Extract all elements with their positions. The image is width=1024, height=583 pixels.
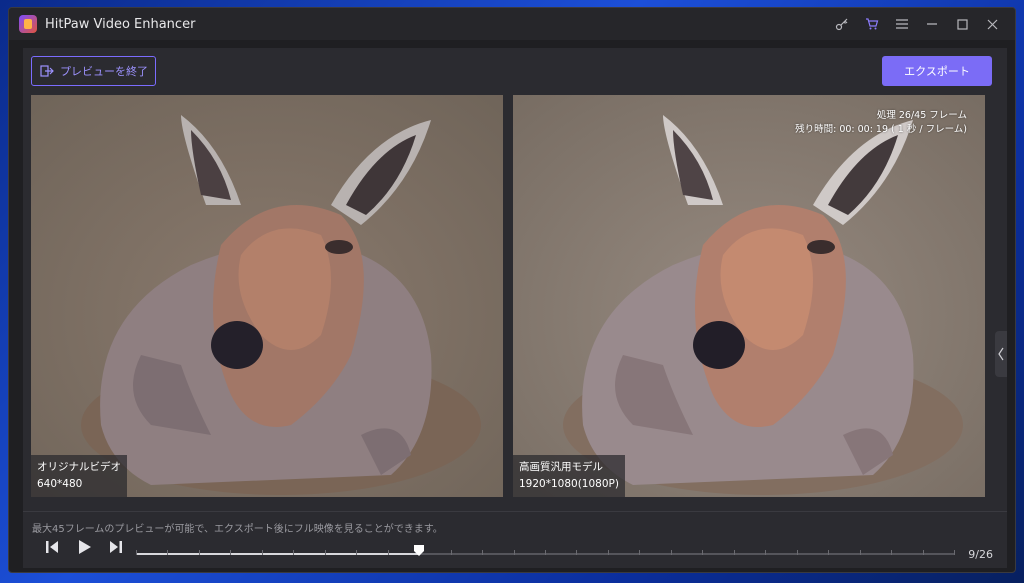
exit-icon bbox=[40, 65, 54, 77]
previous-frame-button[interactable] bbox=[41, 536, 63, 558]
processing-status: 処理 26/45 フレーム 残り時間: 00: 00: 19 ( 1 秒 / フ… bbox=[795, 109, 967, 137]
close-icon[interactable] bbox=[977, 8, 1007, 40]
play-button[interactable] bbox=[73, 536, 95, 558]
maximize-icon[interactable] bbox=[947, 8, 977, 40]
timeline-tick bbox=[356, 550, 357, 555]
export-button[interactable]: エクスポート bbox=[882, 56, 992, 86]
app-title: HitPaw Video Enhancer bbox=[45, 16, 196, 32]
next-frame-button[interactable] bbox=[105, 536, 127, 558]
timeline-tick bbox=[514, 550, 515, 555]
remaining-time: 残り時間: 00: 00: 19 ( 1 秒 / フレーム) bbox=[795, 124, 967, 135]
divider bbox=[23, 511, 1007, 512]
app-window: HitPaw Video Enhancer プレビューを終了 エクスポート オリ… bbox=[8, 7, 1016, 573]
timeline-tick bbox=[293, 550, 294, 555]
original-resolution: 640*480 bbox=[37, 478, 83, 490]
timeline-tick bbox=[325, 550, 326, 555]
timeline-tick bbox=[451, 550, 452, 555]
cart-icon[interactable] bbox=[857, 8, 887, 40]
frame-timeline[interactable] bbox=[136, 545, 955, 567]
timeline-tick bbox=[545, 550, 546, 555]
timeline-tick bbox=[923, 550, 924, 555]
timeline-tick bbox=[860, 550, 861, 555]
timeline-handle[interactable] bbox=[414, 545, 425, 557]
original-label: オリジナルビデオ bbox=[37, 461, 121, 473]
timeline-tick bbox=[136, 550, 137, 555]
enhanced-resolution: 1920*1080(1080P) bbox=[519, 478, 619, 490]
timeline-tick bbox=[576, 550, 577, 555]
timeline-tick bbox=[828, 550, 829, 555]
window-controls bbox=[827, 8, 1007, 40]
play-icon bbox=[79, 540, 91, 554]
timeline-tick bbox=[482, 550, 483, 555]
timeline-progress bbox=[136, 553, 420, 555]
timeline-tick bbox=[797, 550, 798, 555]
timeline-tick bbox=[671, 550, 672, 555]
side-panel-toggle[interactable] bbox=[995, 331, 1007, 377]
timeline-tick bbox=[954, 550, 955, 555]
preview-panel: プレビューを終了 エクスポート オリジナルビデオ 640*480 処理 26/4… bbox=[23, 48, 1007, 568]
frame-counter: 9/26 bbox=[968, 548, 993, 561]
timeline-tick bbox=[262, 550, 263, 555]
timeline-tick bbox=[639, 550, 640, 555]
enhanced-model-label: 高画質汎用モデル bbox=[519, 461, 603, 473]
preview-note: 最大45フレームのプレビューが可能で、エクスポート後にフル映像を見ることができま… bbox=[32, 524, 443, 535]
title-bar: HitPaw Video Enhancer bbox=[9, 8, 1015, 40]
exit-preview-label: プレビューを終了 bbox=[60, 65, 148, 78]
key-icon[interactable] bbox=[827, 8, 857, 40]
timeline-tick bbox=[230, 550, 231, 555]
app-logo bbox=[19, 15, 37, 33]
step-forward-icon bbox=[110, 541, 122, 553]
chevron-left-icon bbox=[998, 347, 1004, 361]
timeline-tick bbox=[388, 550, 389, 555]
timeline-tick bbox=[891, 550, 892, 555]
timeline-tick bbox=[199, 550, 200, 555]
timeline-tick bbox=[608, 550, 609, 555]
exit-preview-button[interactable]: プレビューを終了 bbox=[31, 56, 156, 86]
original-video-pane: オリジナルビデオ 640*480 bbox=[31, 95, 503, 497]
original-label-box: オリジナルビデオ 640*480 bbox=[31, 455, 127, 497]
processing-frames: 処理 26/45 フレーム bbox=[876, 110, 967, 121]
deer-image-original bbox=[31, 95, 503, 497]
timeline-tick bbox=[702, 550, 703, 555]
timeline-tick bbox=[734, 550, 735, 555]
timeline-tick bbox=[765, 550, 766, 555]
enhanced-label-box: 高画質汎用モデル 1920*1080(1080P) bbox=[513, 455, 625, 497]
step-back-icon bbox=[46, 541, 58, 553]
menu-icon[interactable] bbox=[887, 8, 917, 40]
enhanced-video-pane: 処理 26/45 フレーム 残り時間: 00: 00: 19 ( 1 秒 / フ… bbox=[513, 95, 985, 497]
deer-image-enhanced bbox=[513, 95, 985, 497]
timeline-tick bbox=[167, 550, 168, 555]
minimize-icon[interactable] bbox=[917, 8, 947, 40]
